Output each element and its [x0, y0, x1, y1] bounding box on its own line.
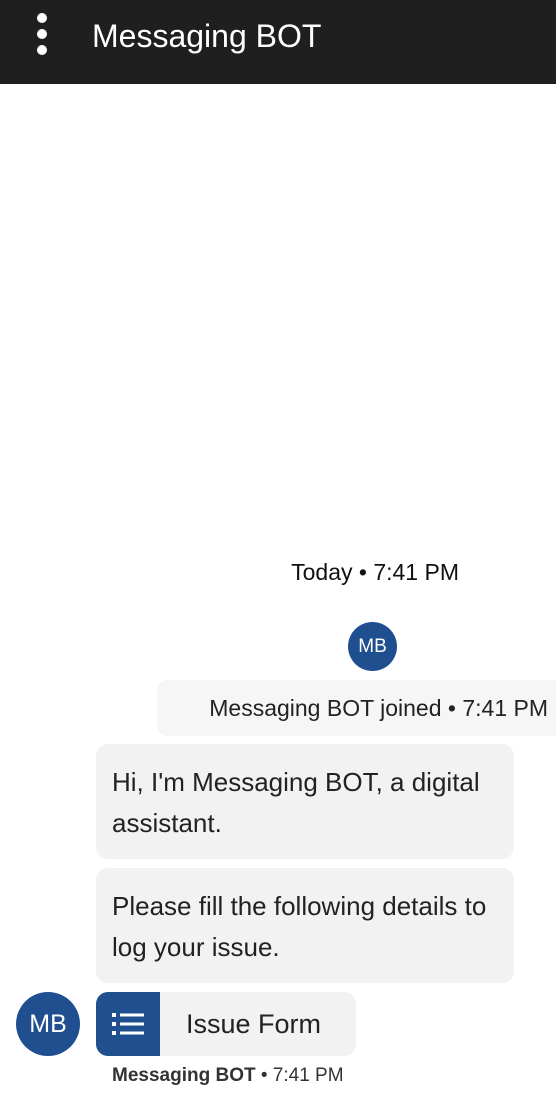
bot-joined-notice: Messaging BOT joined • 7:41 PM: [157, 680, 556, 736]
meta-separator: •: [255, 1065, 273, 1086]
list-icon-graphic: [112, 1013, 144, 1035]
more-vertical-icon-dot: [37, 29, 47, 39]
message-bubble: Hi, I'm Messaging BOT, a digital assista…: [96, 744, 514, 859]
bot-avatar-small: MB: [348, 622, 397, 671]
message-sender: Messaging BOT: [112, 1065, 256, 1086]
conversation-timestamp: Today • 7:41 PM: [291, 559, 459, 585]
message-meta: Messaging BOT • 7:41 PM: [112, 1064, 344, 1088]
message-text: Please fill the following details to log…: [112, 891, 487, 962]
bot-joined-text: Messaging BOT joined • 7:41 PM: [209, 694, 548, 721]
page-title: Messaging BOT: [92, 18, 322, 54]
more-vertical-icon-dot: [37, 45, 47, 55]
more-options-button[interactable]: [26, 12, 58, 56]
list-icon: [96, 992, 160, 1056]
bot-avatar: MB: [16, 992, 80, 1056]
message-time: 7:41 PM: [272, 1065, 344, 1086]
app-header: Messaging BOT: [0, 0, 556, 84]
issue-form-label: Issue Form: [186, 1008, 322, 1039]
message-text: Hi, I'm Messaging BOT, a digital assista…: [112, 767, 480, 838]
issue-form-button[interactable]: Issue Form: [96, 992, 356, 1056]
more-vertical-icon: [37, 13, 47, 23]
message-bubble: Please fill the following details to log…: [96, 868, 514, 983]
